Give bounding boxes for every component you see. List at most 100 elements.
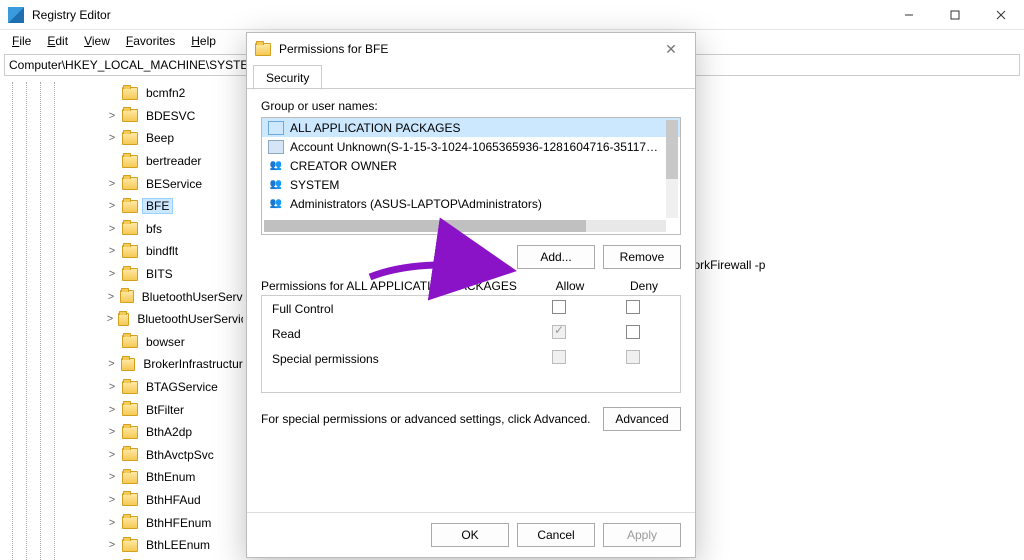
permission-name: Read <box>272 327 522 341</box>
tree-item[interactable]: >BthHFEnum <box>10 511 243 534</box>
folder-icon <box>122 87 138 100</box>
tree-item[interactable]: >BthHFAud <box>10 489 243 512</box>
tree-item[interactable]: >BITS <box>10 263 243 286</box>
tree-item-label: BrokerInfrastructure <box>139 356 243 372</box>
maximize-button[interactable] <box>932 0 978 30</box>
expander-icon[interactable]: > <box>106 110 118 122</box>
tree-item[interactable]: > BthEnum <box>10 466 243 489</box>
folder-icon <box>122 516 138 529</box>
expander-icon[interactable]: > <box>106 291 116 303</box>
folder-icon <box>122 381 138 394</box>
tree-item-label: BluetoothUserService <box>138 289 243 305</box>
tree-item[interactable]: >bindflt <box>10 240 243 263</box>
principal-item[interactable]: 👥CREATOR OWNER <box>262 156 680 175</box>
tree-item[interactable]: >bfs <box>10 218 243 241</box>
principal-item[interactable]: ALL APPLICATION PACKAGES <box>262 118 680 137</box>
ok-button[interactable]: OK <box>431 523 509 547</box>
expander-icon[interactable]: > <box>106 471 118 483</box>
tree-item[interactable]: >BtFilter <box>10 398 243 421</box>
expander-icon[interactable]: > <box>106 313 114 325</box>
tree-item-label: BEService <box>142 176 206 192</box>
principal-label: Account Unknown(S-1-15-3-1024-1065365936… <box>290 140 658 154</box>
permission-row: Full Control <box>262 296 680 321</box>
tree-item-label: BTAGService <box>142 379 222 395</box>
folder-icon <box>122 109 138 122</box>
tree-item[interactable]: >BFE <box>10 195 243 218</box>
dialog-close-button[interactable]: ✕ <box>655 41 687 58</box>
window-title: Registry Editor <box>32 8 886 22</box>
menu-view[interactable]: View <box>78 32 116 50</box>
expander-icon[interactable]: > <box>106 268 118 280</box>
expander-icon[interactable]: > <box>106 404 118 416</box>
expander-icon[interactable]: > <box>106 223 118 235</box>
unk-icon <box>268 140 284 154</box>
expander-icon[interactable]: > <box>106 539 118 551</box>
tree-item[interactable]: bowser <box>10 331 243 354</box>
perm-for-label: Permissions for ALL APPLICATION PACKAGES <box>261 279 533 293</box>
cancel-button[interactable]: Cancel <box>517 523 595 547</box>
expander-icon[interactable]: > <box>106 381 118 393</box>
advanced-text: For special permissions or advanced sett… <box>261 412 603 426</box>
advanced-button[interactable]: Advanced <box>603 407 681 431</box>
listbox-vscroll[interactable] <box>666 120 678 218</box>
tree-item[interactable]: >Beep <box>10 127 243 150</box>
tree-item-label: bertreader <box>142 153 205 169</box>
tree-item[interactable]: bcmfn2 <box>10 82 243 105</box>
close-button[interactable] <box>978 0 1024 30</box>
menu-edit[interactable]: Edit <box>41 32 74 50</box>
expander-icon[interactable]: > <box>106 426 118 438</box>
checkbox[interactable] <box>552 300 566 314</box>
folder-icon <box>122 471 138 484</box>
tree-item[interactable]: > BrokerInfrastructure <box>10 353 243 376</box>
checkbox[interactable] <box>626 325 640 339</box>
principal-label: SYSTEM <box>290 178 339 192</box>
folder-icon <box>118 313 129 326</box>
expander-icon[interactable]: > <box>106 358 117 370</box>
tree-item-label: bcmfn2 <box>142 85 189 101</box>
tree-item[interactable]: > BthA2dp <box>10 421 243 444</box>
checkbox[interactable] <box>626 300 640 314</box>
folder-icon <box>120 290 134 303</box>
principal-item[interactable]: 👥Administrators (ASUS-LAPTOP\Administrat… <box>262 194 680 213</box>
minimize-button[interactable] <box>886 0 932 30</box>
tab-security[interactable]: Security <box>253 65 322 90</box>
folder-icon <box>122 403 138 416</box>
tree-item[interactable]: > BluetoothUserService <box>10 285 243 308</box>
tree-item[interactable]: bertreader <box>10 150 243 173</box>
tree-item[interactable]: > BEService <box>10 172 243 195</box>
expander-icon[interactable]: > <box>106 178 118 190</box>
grp-icon: 👥 <box>268 197 284 211</box>
tree-item[interactable]: > BTAGService <box>10 376 243 399</box>
tree-item-label: BthEnum <box>142 469 199 485</box>
permission-row: Special permissions <box>262 346 680 371</box>
listbox-hscroll[interactable] <box>264 220 666 232</box>
expander-icon[interactable]: > <box>106 200 118 212</box>
registry-tree[interactable]: bcmfn2>BDESVC>Beepbertreader>BEService>B… <box>0 78 243 560</box>
tree-item[interactable]: >BluetoothUserService_xxxxx <box>10 308 243 331</box>
principals-listbox[interactable]: ALL APPLICATION PACKAGES Account Unknown(… <box>261 117 681 235</box>
grp-icon: 👥 <box>268 159 284 173</box>
group-label: Group or user names: <box>261 99 681 113</box>
tree-item[interactable]: >BthMini <box>10 556 243 560</box>
tree-item[interactable]: >BDESVC <box>10 105 243 128</box>
apply-button[interactable]: Apply <box>603 523 681 547</box>
menu-file[interactable]: File <box>6 32 37 50</box>
tree-item-label: bowser <box>142 334 189 350</box>
remove-button[interactable]: Remove <box>603 245 681 269</box>
folder-icon <box>122 539 138 552</box>
principal-item[interactable]: 👥SYSTEM <box>262 175 680 194</box>
permission-row: Read <box>262 321 680 346</box>
principal-item[interactable]: Account Unknown(S-1-15-3-1024-1065365936… <box>262 137 680 156</box>
add-button[interactable]: Add... <box>517 245 595 269</box>
expander-icon[interactable]: > <box>106 132 118 144</box>
expander-icon[interactable]: > <box>106 449 118 461</box>
checkbox <box>626 350 640 364</box>
expander-icon[interactable]: > <box>106 517 118 529</box>
tree-item[interactable]: >BthAvctpSvc <box>10 444 243 467</box>
menu-favorites[interactable]: Favorites <box>120 32 181 50</box>
tree-item[interactable]: >BthLEEnum <box>10 534 243 557</box>
tree-item-label: BthA2dp <box>142 424 196 440</box>
expander-icon[interactable]: > <box>106 245 118 257</box>
expander-icon[interactable]: > <box>106 494 118 506</box>
menu-help[interactable]: Help <box>185 32 222 50</box>
